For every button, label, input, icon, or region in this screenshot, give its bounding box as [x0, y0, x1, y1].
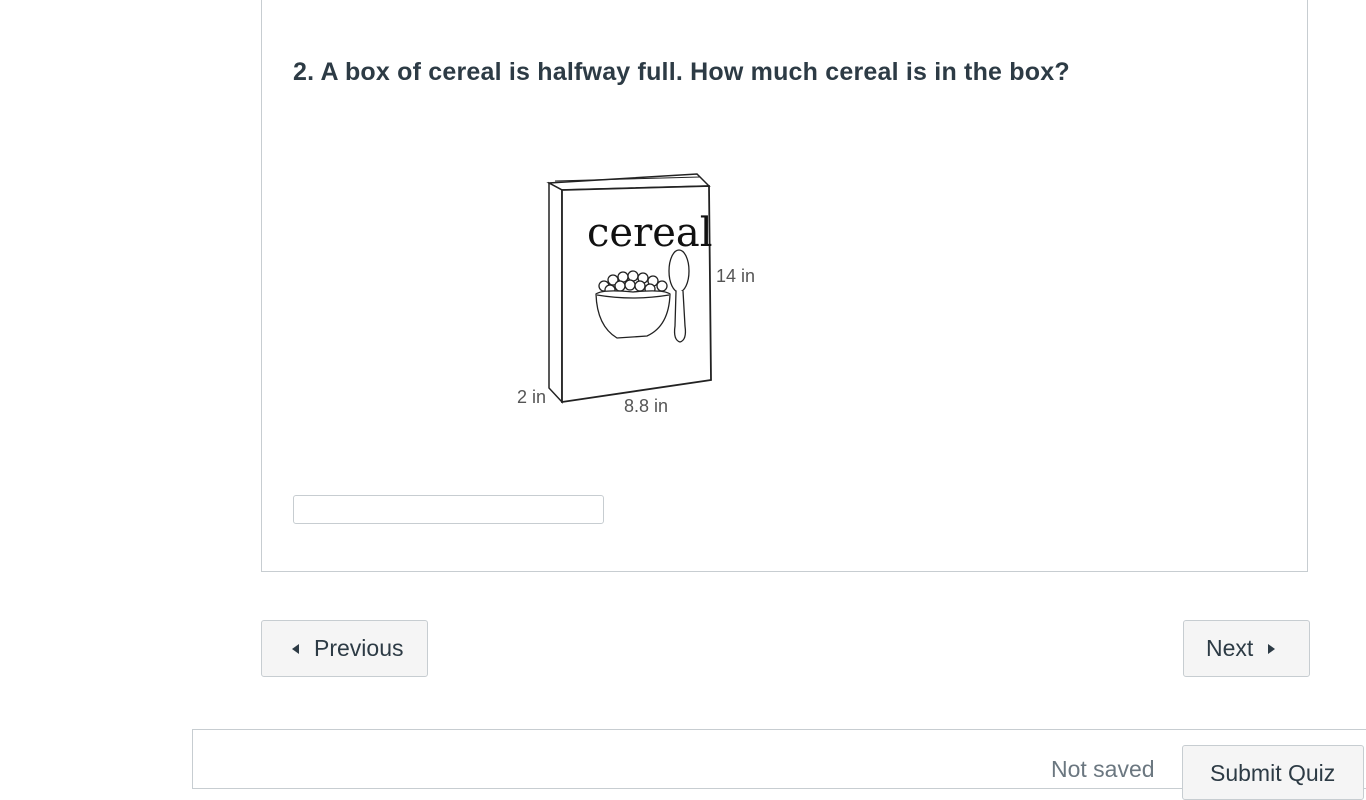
answer-input[interactable]	[293, 495, 604, 524]
cereal-box-drawing: cereal 14 in 2 in 8.8 in	[517, 173, 755, 416]
caret-right-icon	[1268, 643, 1276, 654]
caret-left-icon	[292, 643, 299, 654]
next-button-label: Next	[1206, 635, 1254, 661]
box-brand-label: cereal	[587, 210, 713, 256]
next-button[interactable]: Next	[1183, 620, 1310, 677]
save-status-text: Not saved	[1051, 756, 1155, 782]
height-dimension-label: 14 in	[716, 266, 755, 286]
submit-quiz-button[interactable]: Submit Quiz	[1182, 745, 1364, 800]
previous-button[interactable]: Previous	[261, 620, 428, 677]
question-card: 2. A box of cereal is halfway full. How …	[261, 0, 1308, 572]
depth-dimension-label: 2 in	[517, 387, 546, 407]
cereal-box-figure: cereal 14 in 2 in 8.8 in	[507, 168, 767, 428]
question-text: 2. A box of cereal is halfway full. How …	[293, 58, 1070, 86]
width-dimension-label: 8.8 in	[624, 396, 668, 416]
previous-button-label: Previous	[314, 635, 404, 661]
submit-bar: Not saved Submit Quiz	[192, 729, 1366, 800]
